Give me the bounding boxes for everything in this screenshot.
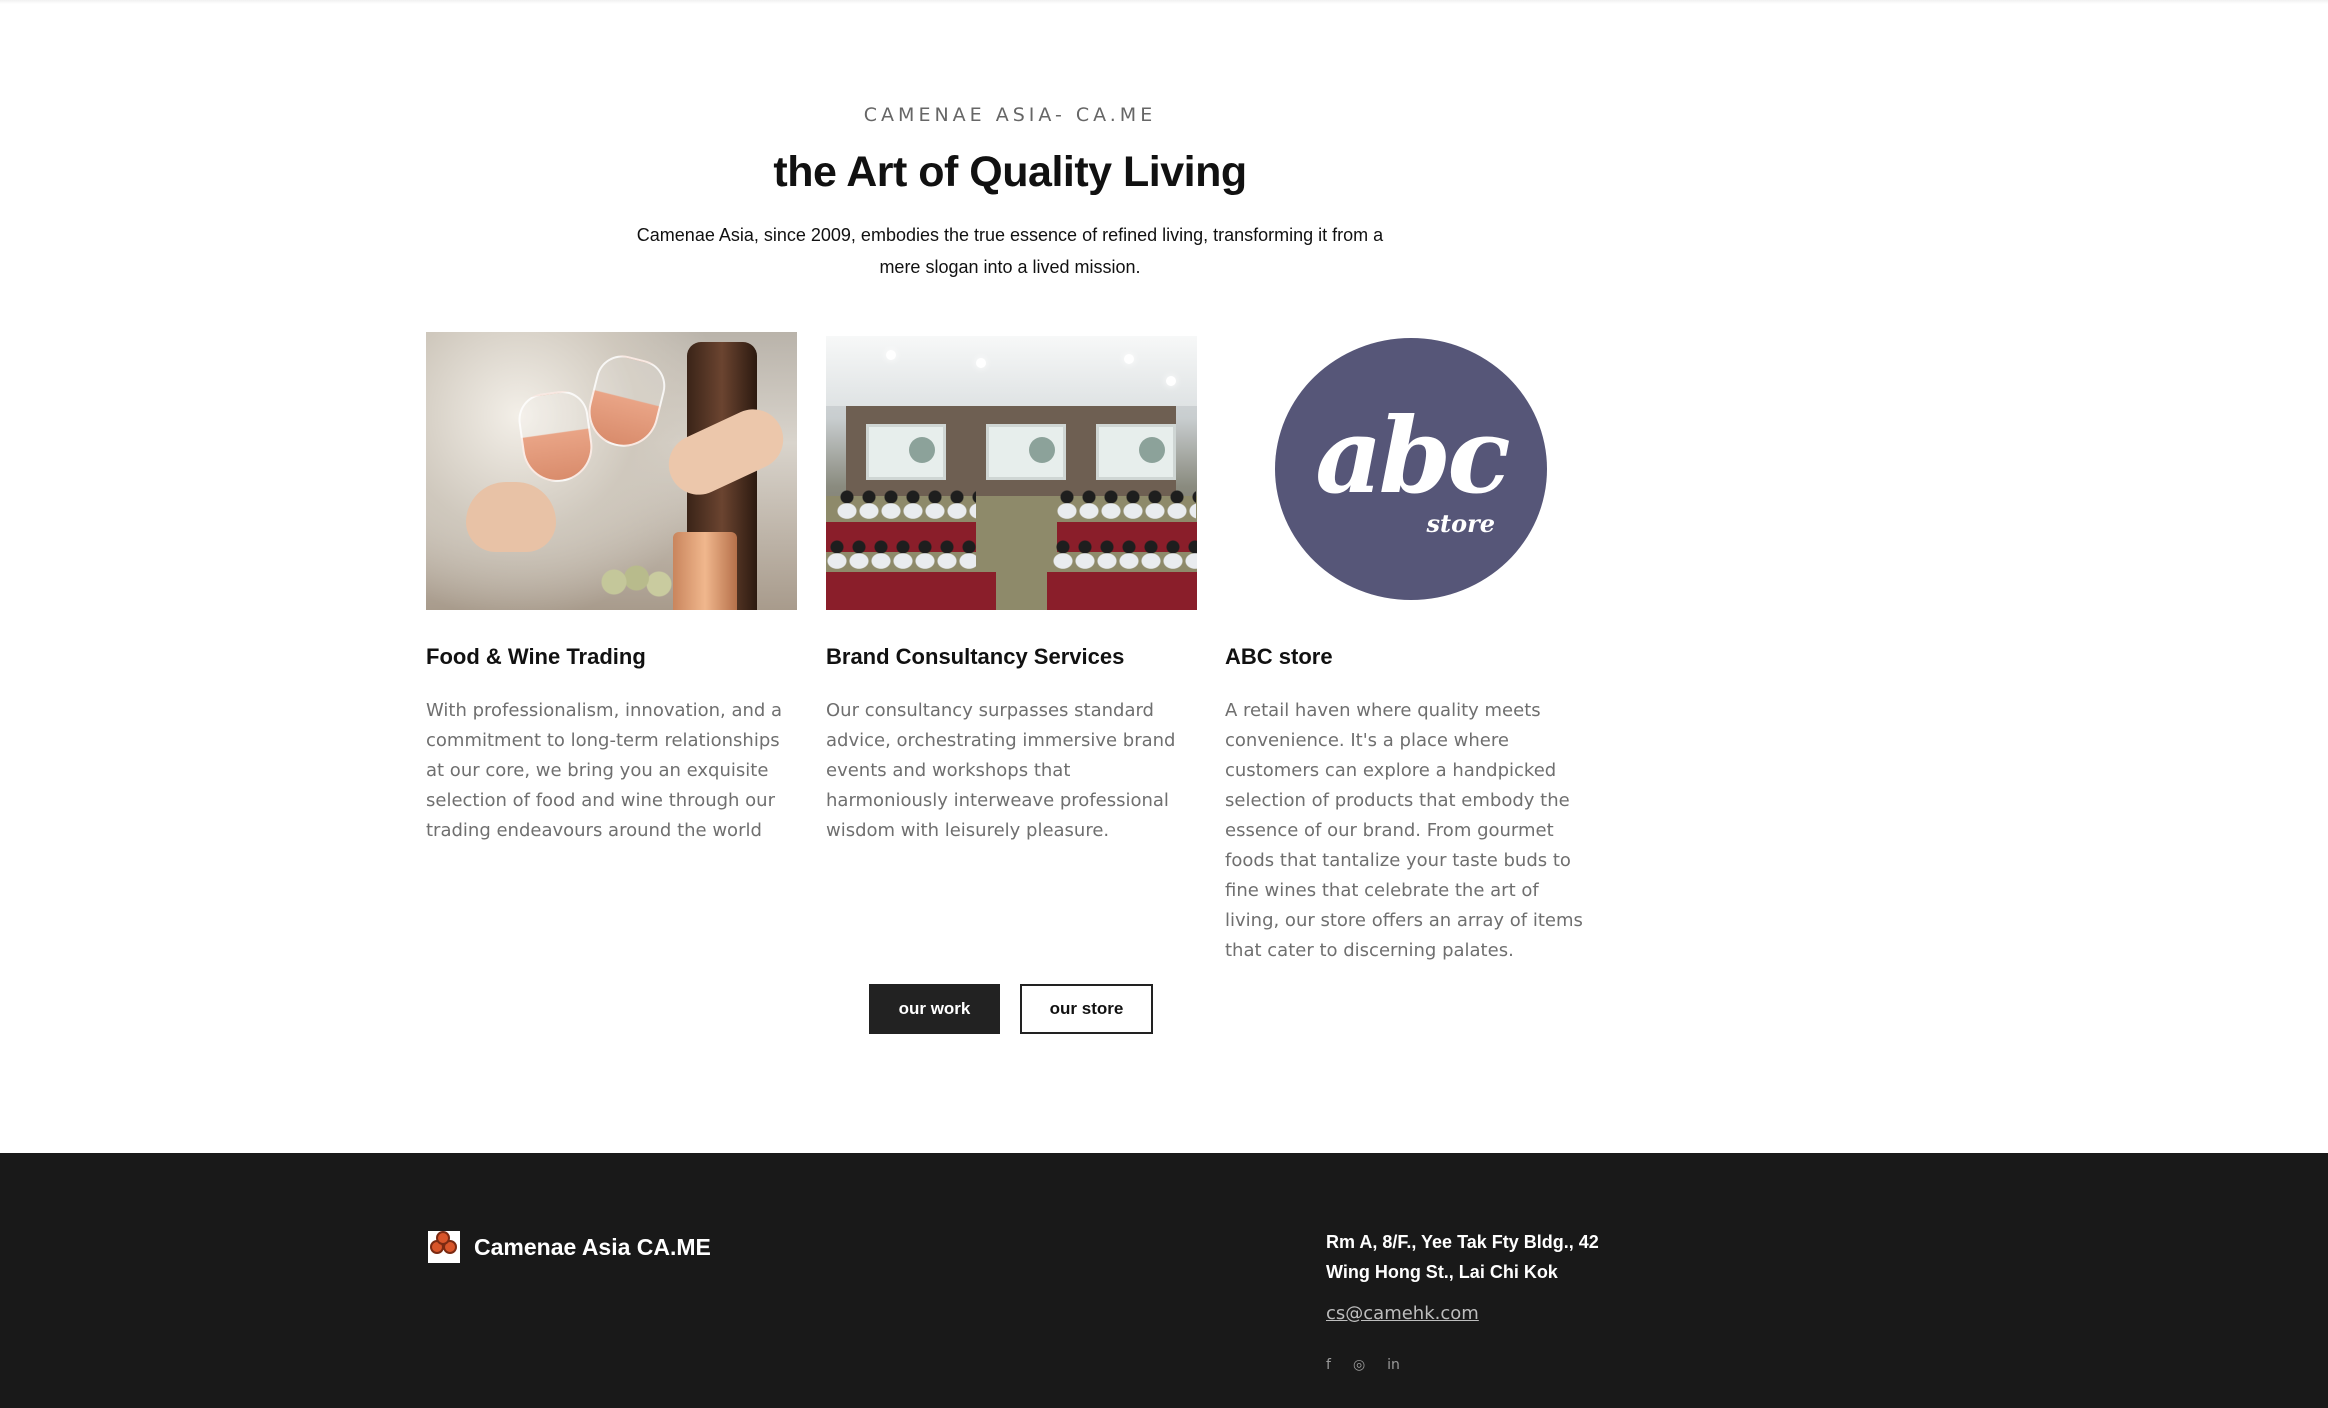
social-links: f ◎ in [1326,1357,1400,1373]
card-body: A retail haven where quality meets conve… [1225,700,1583,961]
card-body: Our consultancy surpasses standard advic… [826,700,1176,841]
page-title: the Art of Quality Living [773,148,1247,196]
brand-name: Camenae Asia CA.ME [474,1233,711,1260]
conference-image [826,336,1197,610]
intro-section: CAMENAE ASIA- CA.ME the Art of Quality L… [0,104,2020,283]
address-line: Rm A, 8/F., Yee Tak Fty Bldg., 42 [1326,1232,1599,1252]
card-title: Food & Wine Trading [426,644,646,669]
intro-description: Camenae Asia, since 2009, embodies the t… [636,225,1384,277]
wine-toast-image [426,332,797,610]
site-footer: Camenae Asia CA.ME Rm A, 8/F., Yee Tak F… [0,1153,2328,1408]
card-food-wine: Food & Wine Trading With professionalism… [426,331,797,841]
address-line: Wing Hong St., Lai Chi Kok [1326,1262,1558,1282]
footer-address: Rm A, 8/F., Yee Tak Fty Bldg., 42 Wing H… [1326,1227,1599,1287]
abc-logo-sub: store [1426,509,1495,538]
top-divider [0,0,2328,4]
card-body: With professionalism, innovation, and a … [426,700,783,841]
our-work-button[interactable]: our work [869,984,1000,1034]
brand-logo-icon [428,1231,460,1263]
facebook-icon[interactable]: f [1326,1357,1331,1373]
email-link[interactable]: cs@camehk.com [1326,1303,1479,1324]
footer-brand[interactable]: Camenae Asia CA.ME [428,1231,711,1263]
eyebrow-label: CAMENAE ASIA- CA.ME [863,104,1157,126]
card-title: ABC store [1225,644,1333,669]
abc-store-logo: abc store [1225,332,1596,610]
abc-logo-word: abc [1315,394,1510,517]
card-title: Brand Consultancy Services [826,644,1125,669]
card-brand-consultancy: Brand Consultancy Services Our consultan… [826,331,1197,841]
linkedin-icon[interactable]: in [1387,1357,1400,1373]
our-store-button[interactable]: our store [1020,984,1153,1034]
card-abc-store: abc store ABC store A retail haven where… [1225,331,1596,961]
instagram-icon[interactable]: ◎ [1353,1357,1365,1373]
